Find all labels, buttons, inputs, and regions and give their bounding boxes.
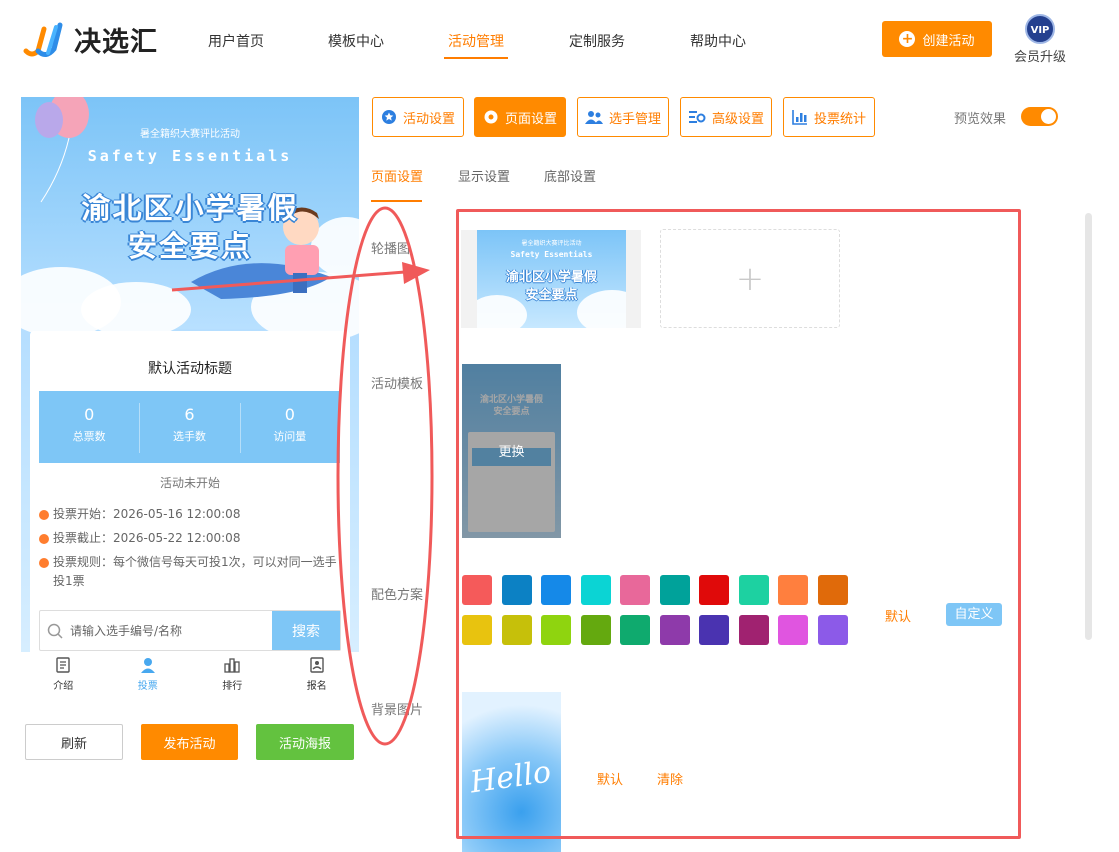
info-dot-icon: [39, 558, 49, 568]
mobile-preview: 暑全籍织大赛评比活动 Safety Essentials 渝北区小学暑假 安全要…: [21, 97, 359, 657]
toolbar-label: 投票统计: [813, 111, 866, 127]
logo-mark-icon: [22, 21, 66, 59]
stat-visits: 0 访问量: [239, 391, 340, 463]
vote-start-info: 投票开始：2026-05-16 12:00:08: [39, 505, 339, 524]
activity-settings-button[interactable]: 活动设置: [372, 97, 464, 137]
banner-title-line2: 安全要点: [127, 229, 252, 263]
annotation-highlight-rectangle: [456, 209, 1021, 839]
vote-rule-info: 投票规则：每个微信号每天可投1次，可以对同一选手投1票: [39, 553, 339, 591]
activity-card: 默认活动标题 0 总票数 6 选手数 0 访问量 活动未开始 投票开始：2026-05…: [30, 331, 350, 657]
vip-badge-icon: VIP: [1025, 14, 1055, 44]
preview-effect-label: 预览效果: [954, 112, 1007, 127]
banner-title-line1: 渝北区小学暑假: [81, 191, 299, 225]
gear-icon: [484, 110, 498, 124]
stat-contestants: 6 选手数: [139, 391, 239, 463]
vote-end-info: 投票截止：2026-05-22 12:00:08: [39, 529, 339, 548]
contestant-management-button[interactable]: 选手管理: [577, 97, 669, 137]
star-badge-icon: [381, 110, 396, 124]
subtab-display-settings[interactable]: 显示设置: [458, 166, 510, 185]
page-settings-button[interactable]: 页面设置: [474, 97, 566, 137]
logo-text: 决选汇: [74, 27, 158, 58]
nav-templates[interactable]: 模板中心: [328, 31, 384, 51]
nav-custom-service[interactable]: 定制服务: [569, 31, 625, 51]
preview-banner: 暑全籍织大赛评比活动 Safety Essentials 渝北区小学暑假 安全要…: [21, 97, 359, 342]
users-icon: [584, 111, 603, 124]
tab-ranking[interactable]: 排行: [190, 652, 275, 697]
stat-label: 总票数: [72, 430, 106, 443]
carousel-label: 轮播图: [371, 242, 411, 257]
preview-tabbar: 介绍 投票 排行 报名: [21, 652, 359, 697]
search-input[interactable]: [70, 611, 272, 650]
toolbar-label: 高级设置: [711, 111, 764, 127]
advanced-settings-button[interactable]: 高级设置: [680, 97, 772, 137]
activity-status: 活动未开始: [159, 476, 220, 490]
form-icon: [310, 657, 324, 673]
tab-label: 报名: [306, 681, 327, 692]
vote-end-text: 投票截止：2026-05-22 12:00:08: [53, 531, 241, 545]
subtab-page-settings[interactable]: 页面设置: [371, 166, 423, 185]
nav-home[interactable]: 用户首页: [208, 31, 264, 51]
toolbar-label: 选手管理: [608, 111, 661, 127]
user-icon: [140, 658, 155, 673]
nav-active-underline: [444, 57, 508, 59]
info-dot-icon: [39, 510, 49, 520]
vote-start-text: 投票开始：2026-05-16 12:00:08: [53, 507, 241, 521]
vip-label: 会员升级: [1013, 50, 1066, 65]
tab-signup[interactable]: 报名: [275, 652, 360, 697]
background-image-label: 背景图片: [371, 703, 424, 718]
subtab-footer-settings[interactable]: 底部设置: [544, 166, 596, 185]
tab-intro[interactable]: 介绍: [21, 652, 106, 697]
nav-activity-management[interactable]: 活动管理: [444, 31, 508, 59]
chart-icon: [792, 110, 807, 125]
publish-activity-button[interactable]: 发布活动: [141, 724, 238, 760]
plus-icon: +: [899, 31, 916, 47]
contestant-search: 搜索: [39, 610, 341, 651]
stats-bar: 0 总票数 6 选手数 0 访问量: [39, 391, 340, 463]
banner-english-title: Safety Essentials: [87, 147, 293, 165]
preview-effect-toggle[interactable]: [1021, 107, 1058, 126]
banner-subtitle: 暑全籍织大赛评比活动: [140, 129, 240, 140]
activity-title: 默认活动标题: [148, 361, 232, 377]
create-activity-label: 创建活动: [922, 33, 975, 49]
stat-value: 0: [84, 405, 95, 424]
color-scheme-label: 配色方案: [371, 588, 424, 603]
doc-icon: [56, 657, 70, 673]
subtab-active-underline: [371, 200, 422, 202]
annotation-arrowhead-icon: [402, 262, 430, 284]
tab-label: 排行: [222, 681, 243, 692]
search-button[interactable]: 搜索: [272, 611, 340, 650]
tab-label: 投票: [137, 681, 158, 692]
vote-statistics-button[interactable]: 投票统计: [783, 97, 875, 137]
search-icon: [40, 611, 70, 650]
activity-poster-button[interactable]: 活动海报: [256, 724, 354, 760]
stat-value: 0: [284, 405, 295, 424]
stat-total-votes: 0 总票数: [39, 391, 139, 463]
tab-vote[interactable]: 投票: [106, 652, 191, 697]
nav-help[interactable]: 帮助中心: [690, 31, 746, 51]
vip-upgrade[interactable]: VIP 会员升级: [1013, 14, 1067, 65]
scrollbar[interactable]: [1085, 213, 1092, 640]
logo[interactable]: 决选汇: [22, 20, 158, 59]
toggle-knob: [1041, 109, 1056, 124]
settings-list-icon: [688, 111, 706, 123]
refresh-button[interactable]: 刷新: [25, 724, 123, 760]
stat-label: 选手数: [172, 430, 206, 443]
toolbar-label: 活动设置: [402, 111, 455, 127]
tab-label: 介绍: [53, 681, 74, 692]
stat-value: 6: [184, 405, 195, 424]
toolbar-label: 页面设置: [504, 111, 557, 127]
vote-rule-text: 投票规则：每个微信号每天可投1次，可以对同一选手投1票: [53, 555, 337, 588]
info-dot-icon: [39, 534, 49, 544]
nav-activity-label: 活动管理: [448, 34, 504, 50]
template-label: 活动模板: [371, 377, 424, 392]
create-activity-button[interactable]: + 创建活动: [882, 21, 992, 57]
bar-chart-icon: [224, 658, 240, 673]
stat-label: 访问量: [273, 430, 307, 443]
